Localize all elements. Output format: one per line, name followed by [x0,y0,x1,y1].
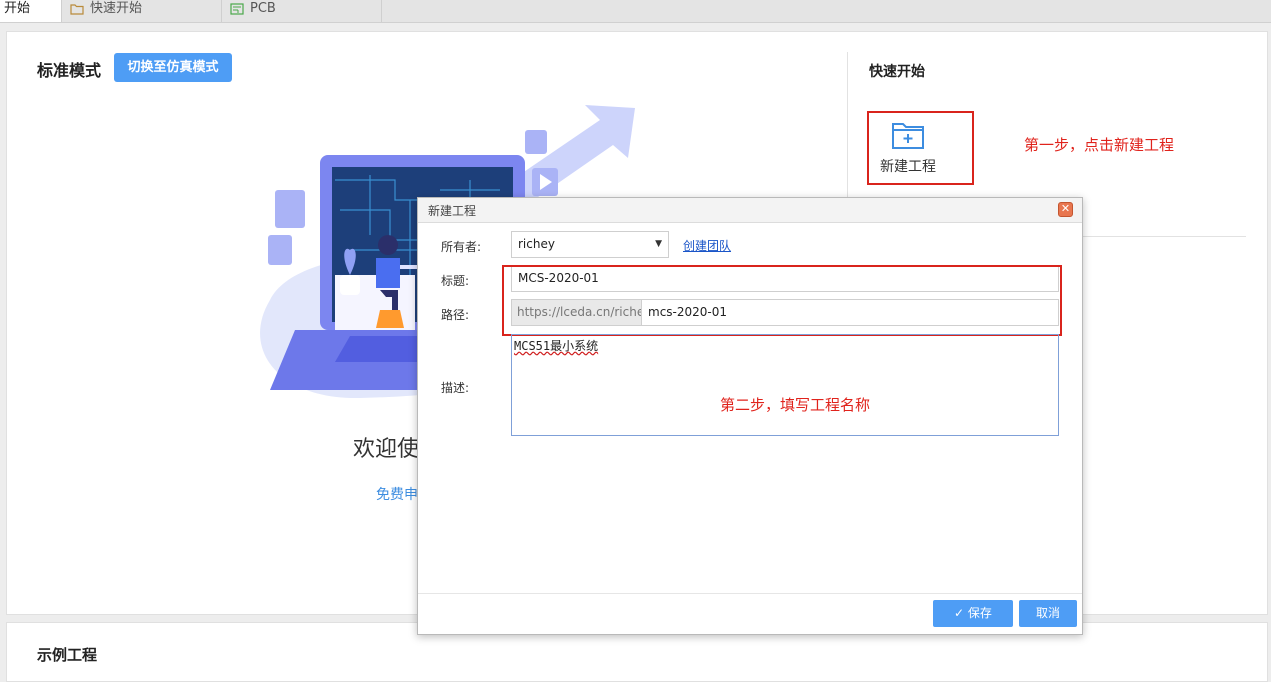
title-label: 标题: [441,274,470,288]
welcome-text: 欢迎使 [353,437,420,462]
description-textarea[interactable]: MCS51最小系统 [511,334,1059,436]
path-label: 路径: [441,308,470,322]
tab-label: 开始 [4,1,31,16]
check-icon: ✓ [954,606,968,620]
tab-start[interactable]: 开始 [0,0,62,22]
tab-label: PCB [250,1,276,16]
description-value: MCS51最小系统 [514,339,599,353]
free-apply-link[interactable]: 免费申 [376,484,418,504]
quick-start-title: 快速开始 [869,64,925,80]
new-project-label: 新建工程 [880,159,936,175]
annotation-step1: 第一步，点击新建工程 [1024,136,1175,154]
title-path-highlight [502,265,1062,336]
owner-value: richey [518,237,555,251]
new-project-button[interactable]: 新建工程 [878,120,938,176]
tab-quick-start[interactable]: 快速开始 [62,0,222,22]
dialog-titlebar: 新建工程 ✕ [418,198,1082,223]
cancel-button[interactable]: 取消 [1019,600,1077,627]
dialog-title: 新建工程 [428,204,477,218]
save-button[interactable]: ✓ 保存 [933,600,1013,627]
annotation-step2: 第二步，填写工程名称 [720,396,871,414]
owner-select[interactable]: richey ▼ [511,231,669,258]
description-label: 描述: [441,381,470,395]
new-project-dialog: 新建工程 ✕ 所有者: richey ▼ 创建团队 标题: MCS-2020-0… [417,197,1083,635]
chevron-down-icon: ▼ [655,239,662,249]
save-label: 保存 [967,606,992,620]
create-team-link[interactable]: 创建团队 [683,237,731,254]
dialog-footer-divider [418,593,1082,594]
tab-pcb[interactable]: PCB [222,0,382,22]
close-icon[interactable]: ✕ [1058,202,1073,217]
pcb-icon [230,3,244,15]
switch-simulation-button[interactable]: 切换至仿真模式 [114,53,232,82]
owner-label: 所有者: [441,240,482,254]
folder-icon [70,4,84,15]
new-folder-icon [892,123,924,149]
example-title: 示例工程 [37,646,98,664]
tab-bar: 开始 快速开始 PCB [0,0,1271,23]
tab-label: 快速开始 [90,1,143,16]
mode-title: 标准模式 [37,61,102,80]
divider [847,52,848,197]
